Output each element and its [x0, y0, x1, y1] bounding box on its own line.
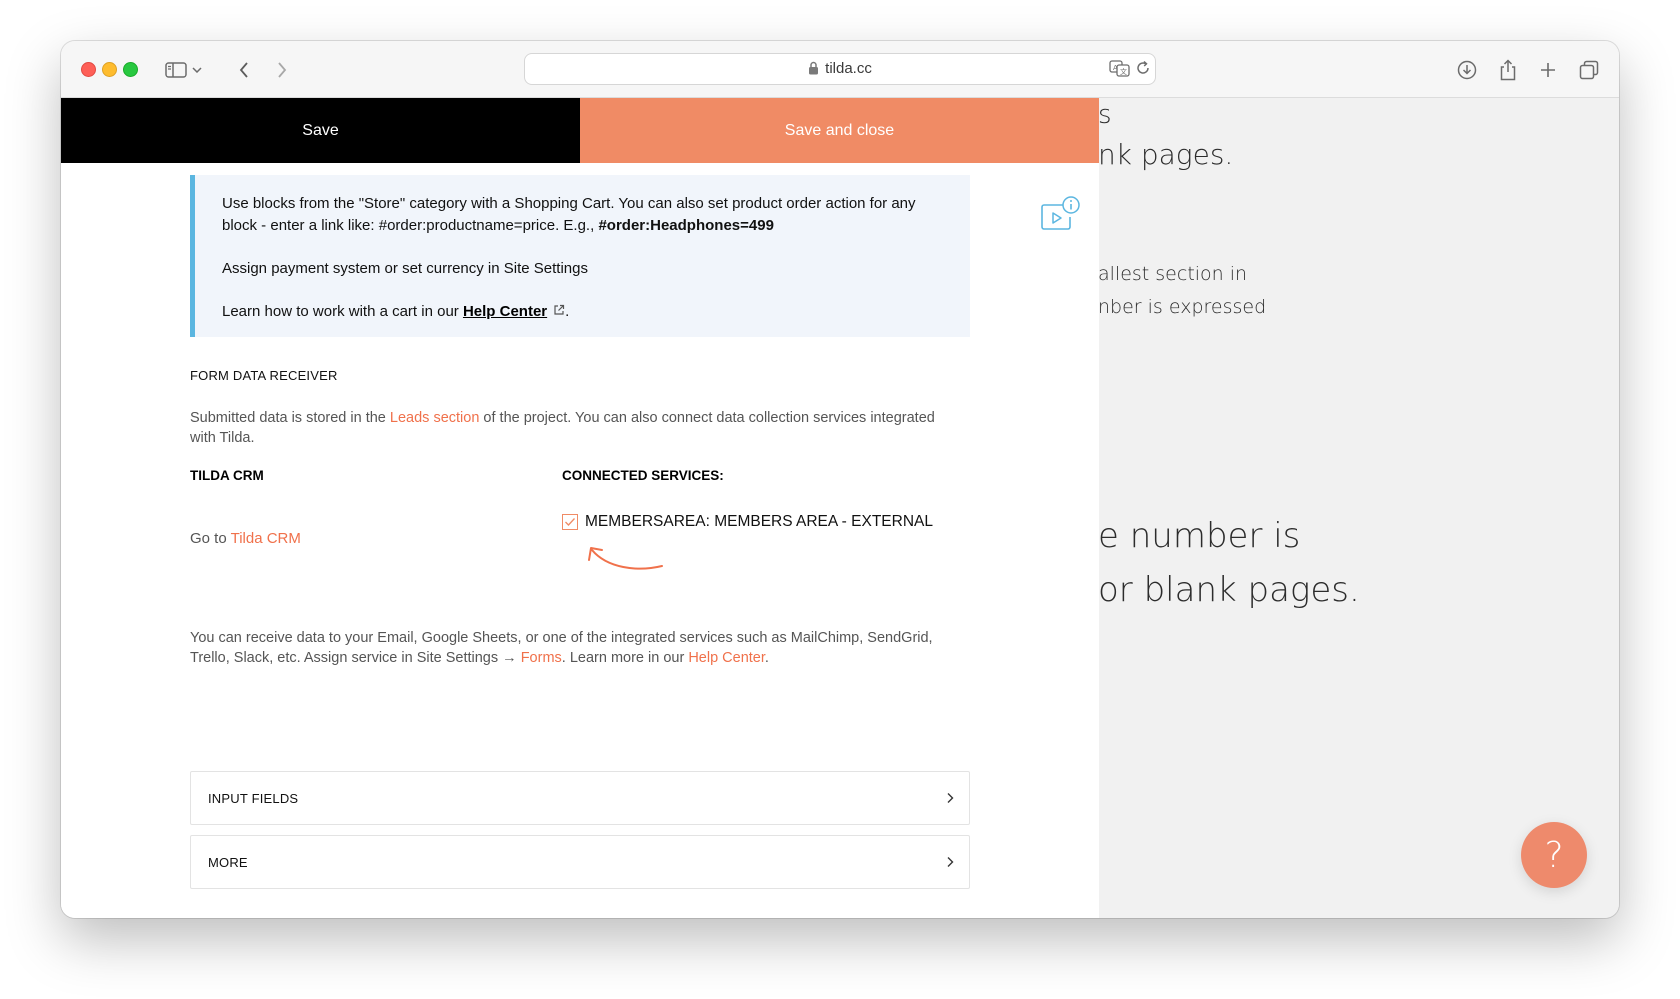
info-line3-prefix: Learn how to work with a cart in our — [222, 303, 463, 320]
service-membersarea[interactable]: MEMBERSAREA: MEMBERS AREA - EXTERNAL — [562, 513, 933, 531]
background-text: s — [1098, 100, 1112, 130]
save-button[interactable]: Save — [61, 98, 580, 163]
browser-window: tilda.cc A文 s nk pages. allest section i… — [61, 41, 1619, 918]
store-info-box: Use blocks from the "Store" category wit… — [190, 175, 970, 337]
checkmark-icon — [565, 518, 575, 526]
leads-section-link[interactable]: Leads section — [390, 410, 479, 426]
info-text: Use blocks from the "Store" category wit… — [222, 193, 940, 237]
tilda-crm-link[interactable]: Tilda CRM — [231, 530, 301, 547]
info-line2: Assign payment system or set currency in… — [222, 260, 588, 277]
info-line3-suffix: . — [565, 303, 570, 320]
desc2-mid: . Learn more in our — [561, 650, 689, 666]
goto-prefix: Go to — [190, 530, 231, 547]
download-icon[interactable] — [1454, 57, 1480, 83]
share-icon[interactable] — [1495, 57, 1521, 83]
help-center-link-2[interactable]: Help Center — [688, 650, 765, 666]
zoom-window-button[interactable] — [123, 62, 138, 77]
url-text: tilda.cc — [825, 60, 872, 77]
background-text: nber is expressed — [1098, 296, 1267, 318]
page-content: s nk pages. allest section in nber is ex… — [61, 98, 1619, 918]
video-info-icon[interactable] — [1038, 195, 1082, 235]
chevron-right-icon[interactable] — [269, 57, 295, 83]
address-bar[interactable]: tilda.cc A文 — [524, 53, 1156, 85]
background-text: or blank pages. — [1098, 570, 1360, 610]
lock-icon — [809, 61, 819, 75]
save-and-close-button[interactable]: Save and close — [580, 98, 1099, 163]
more-label: MORE — [208, 854, 248, 870]
settings-panel: Save Save and close Use blocks from the … — [61, 98, 1099, 918]
background-text: allest section in — [1098, 263, 1248, 285]
info-line1: Use blocks from the "Store" category wit… — [222, 195, 916, 234]
plus-icon[interactable] — [1535, 57, 1561, 83]
connected-services-title: CONNECTED SERVICES: — [562, 468, 724, 483]
svg-text:文: 文 — [1120, 67, 1127, 76]
svg-text:A: A — [1113, 64, 1118, 72]
desc2-suffix: . — [764, 650, 769, 666]
tabs-overview-icon[interactable] — [1576, 57, 1602, 83]
form-receiver-description: Submitted data is stored in the Leads se… — [190, 408, 960, 448]
close-window-button[interactable] — [81, 62, 96, 77]
browser-toolbar: tilda.cc A文 — [61, 41, 1619, 98]
annotation-arrow-icon — [588, 547, 663, 570]
form-data-receiver-title: FORM DATA RECEIVER — [190, 368, 338, 383]
external-link-icon[interactable] — [553, 304, 565, 316]
forms-link[interactable]: Forms — [521, 650, 562, 666]
minimize-window-button[interactable] — [102, 62, 117, 77]
chevron-right-icon — [947, 793, 954, 803]
background-text: nk pages. — [1098, 138, 1234, 171]
chevron-left-icon[interactable] — [231, 57, 257, 83]
translate-icon[interactable]: A文 — [1109, 59, 1131, 82]
integrations-description: You can receive data to your Email, Goog… — [190, 628, 970, 668]
background-text: e number is — [1098, 516, 1301, 556]
chevron-down-icon[interactable] — [188, 57, 206, 83]
info-example-code: #order:Headphones=499 — [598, 217, 774, 234]
info-line3: Learn how to work with a cart in our Hel… — [222, 301, 940, 323]
tilda-crm-title: TILDA CRM — [190, 468, 264, 483]
panel-action-bar: Save Save and close — [61, 98, 1099, 163]
service-label: MEMBERSAREA: MEMBERS AREA - EXTERNAL — [585, 513, 933, 530]
input-fields-section[interactable]: INPUT FIELDS — [190, 771, 970, 825]
service-checkbox[interactable] — [562, 514, 578, 530]
address-url: tilda.cc — [525, 54, 1155, 84]
chevron-right-icon — [947, 857, 954, 867]
input-fields-label: INPUT FIELDS — [208, 790, 299, 806]
sidebar-icon[interactable] — [163, 57, 189, 83]
help-button[interactable]: ? — [1521, 822, 1587, 888]
desc-prefix: Submitted data is stored in the — [190, 410, 390, 426]
goto-crm: Go to Tilda CRM — [190, 530, 301, 547]
help-center-link[interactable]: Help Center — [463, 303, 547, 320]
more-section[interactable]: MORE — [190, 835, 970, 889]
reload-icon[interactable] — [1135, 60, 1151, 81]
